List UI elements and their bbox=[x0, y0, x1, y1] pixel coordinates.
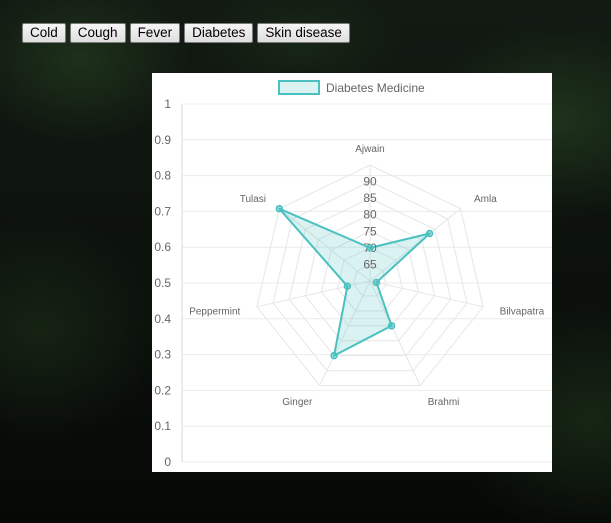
r-tick-label: 75 bbox=[363, 224, 377, 238]
y-tick-label: 0.3 bbox=[154, 348, 171, 362]
data-point bbox=[387, 322, 396, 330]
radar-chart: Diabetes Medicine 0 0.1 0.2 0.3 0.4 0.5 0.6 0.7 0… bbox=[154, 80, 552, 469]
r-tick-label: 65 bbox=[363, 257, 377, 271]
y-tick-label: 0.9 bbox=[154, 133, 171, 147]
y-tick-label: 0 bbox=[164, 455, 171, 469]
y-tick-label: 0.1 bbox=[154, 419, 171, 433]
legend-swatch bbox=[278, 80, 320, 95]
cough-button[interactable]: Cough bbox=[69, 23, 126, 43]
cold-button[interactable]: Cold bbox=[22, 23, 66, 43]
radar-spoke bbox=[369, 280, 484, 308]
y-tick-label: 0.2 bbox=[154, 383, 171, 397]
fever-button[interactable]: Fever bbox=[129, 23, 181, 43]
y-tick-label: 0.4 bbox=[154, 312, 171, 326]
data-point bbox=[425, 229, 434, 238]
r-tick-label: 80 bbox=[363, 208, 377, 222]
r-tick-label: 85 bbox=[363, 191, 377, 205]
category-label: Bilvapatra bbox=[500, 307, 545, 318]
legend-label: Diabetes Medicine bbox=[326, 81, 425, 95]
category-label: Brahmi bbox=[428, 397, 460, 408]
y-tick-label: 0.8 bbox=[154, 169, 171, 183]
category-label: Tulasi bbox=[240, 194, 266, 205]
category-label: Ginger bbox=[282, 397, 313, 408]
category-label: Amla bbox=[474, 194, 497, 205]
y-tick-label: 1 bbox=[164, 97, 171, 111]
category-label: Peppermint bbox=[189, 307, 240, 318]
category-label: Ajwain bbox=[355, 144, 384, 155]
data-point bbox=[275, 204, 284, 213]
r-tick-label: 90 bbox=[363, 175, 377, 189]
series-area bbox=[278, 207, 431, 357]
y-tick-label: 0.6 bbox=[154, 240, 171, 254]
y-tick-label: 0.5 bbox=[154, 276, 171, 290]
data-point bbox=[372, 278, 381, 287]
data-point bbox=[366, 244, 374, 252]
diabetes-button[interactable]: Diabetes bbox=[184, 23, 254, 43]
data-point bbox=[330, 351, 338, 360]
y-tick-label: 0.7 bbox=[154, 204, 171, 218]
disease-toolbar: Cold Cough Fever Diabetes Skin disease bbox=[22, 23, 350, 43]
data-point bbox=[343, 282, 352, 290]
chart-card: Diabetes Medicine 0 0.1 0.2 0.3 0.4 0.5 0.6 0.7 0… bbox=[152, 73, 552, 472]
skin-disease-button[interactable]: Skin disease bbox=[257, 23, 350, 43]
